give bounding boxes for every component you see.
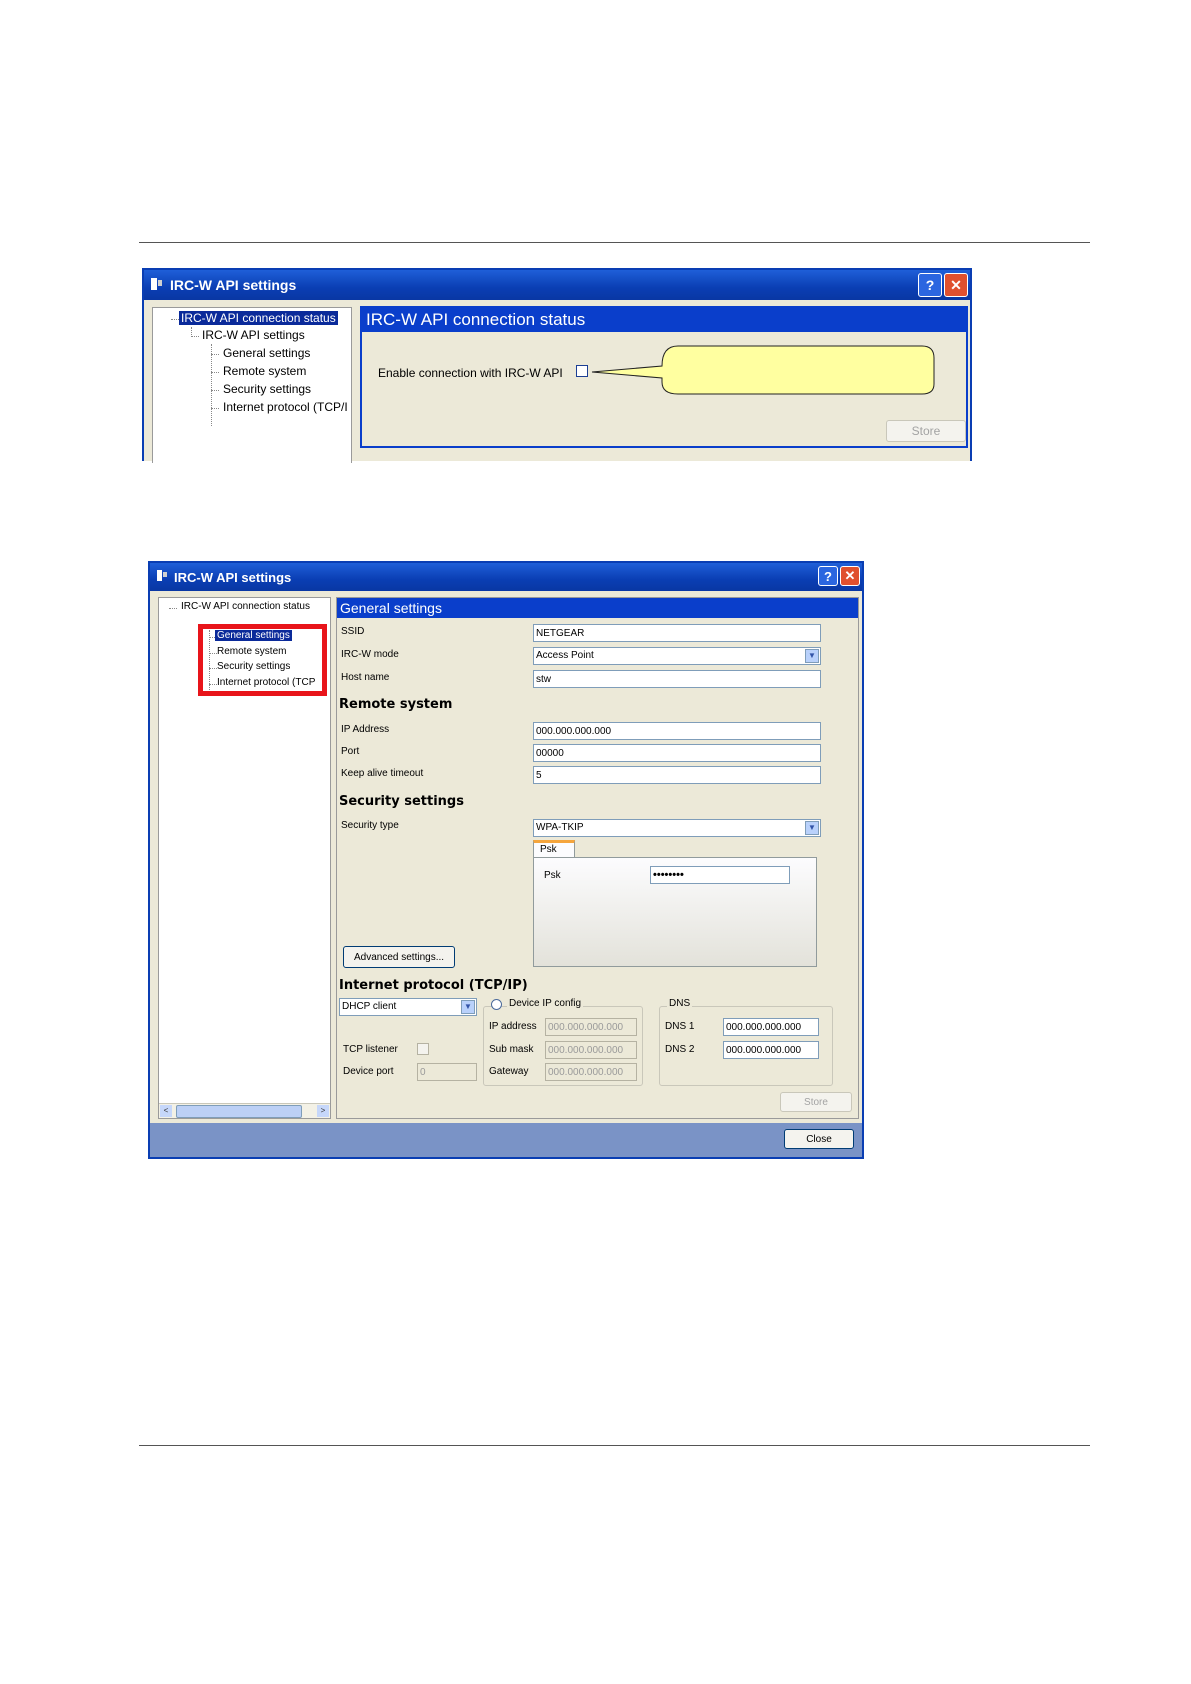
ip-address-label: IP address bbox=[489, 1021, 537, 1032]
tree-connector bbox=[169, 608, 177, 609]
help-button[interactable]: ? bbox=[818, 566, 838, 586]
enable-connection-checkbox[interactable] bbox=[576, 365, 588, 377]
host-name-field[interactable] bbox=[533, 670, 821, 688]
title-bar: IRC-W API settings ? ✕ bbox=[144, 270, 970, 300]
psk-tab[interactable]: Psk bbox=[533, 840, 575, 858]
tcp-listener-checkbox[interactable] bbox=[417, 1043, 429, 1055]
settings-tree: IRC-W API connection status IRC-W API se… bbox=[152, 307, 352, 463]
dns2-label: DNS 2 bbox=[665, 1044, 695, 1055]
keep-alive-label: Keep alive timeout bbox=[341, 768, 424, 779]
store-button[interactable]: Store bbox=[780, 1092, 852, 1112]
remote-port-field[interactable] bbox=[533, 744, 821, 762]
scroll-left-icon[interactable]: < bbox=[160, 1105, 172, 1117]
dns-group-label: DNS bbox=[667, 998, 693, 1009]
host-name-label: Host name bbox=[341, 672, 390, 683]
store-button[interactable]: Store bbox=[886, 420, 966, 442]
bottom-rule bbox=[139, 1445, 1090, 1446]
device-port-label: Device port bbox=[343, 1066, 394, 1077]
psk-tab-label: Psk bbox=[540, 844, 557, 855]
tree-item-remote-system[interactable]: Remote system bbox=[223, 364, 306, 378]
tree-connector bbox=[211, 354, 219, 355]
gateway-field[interactable] bbox=[545, 1063, 637, 1081]
device-ip-field[interactable] bbox=[545, 1018, 637, 1036]
dhcp-mode-select[interactable]: DHCP client ▼ bbox=[339, 998, 477, 1016]
close-icon[interactable]: ✕ bbox=[944, 273, 968, 297]
gateway-label: Gateway bbox=[489, 1066, 529, 1077]
psk-label: Psk bbox=[544, 870, 561, 881]
advanced-settings-button[interactable]: Advanced settings... bbox=[343, 946, 455, 968]
irc-w-mode-label: IRC-W mode bbox=[341, 649, 399, 660]
title-bar: IRC-W API settings ? ✕ bbox=[150, 563, 862, 591]
tree-item-internet-protocol[interactable]: Internet protocol (TCP/I bbox=[223, 400, 348, 414]
app-icon bbox=[150, 276, 164, 295]
enable-connection-label: Enable connection with IRC-W API bbox=[378, 366, 563, 380]
settings-panel: General settings SSID IRC-W mode Access … bbox=[336, 597, 859, 1119]
security-type-value: WPA-TKIP bbox=[536, 822, 584, 833]
security-type-select[interactable]: WPA-TKIP ▼ bbox=[533, 819, 821, 837]
close-icon[interactable]: ✕ bbox=[840, 566, 860, 586]
chevron-down-icon[interactable]: ▼ bbox=[461, 1000, 475, 1014]
highlight-box bbox=[198, 624, 327, 696]
general-settings-title: General settings bbox=[337, 598, 858, 618]
psk-tab-panel: Psk bbox=[533, 857, 817, 967]
general-settings-window: IRC-W API settings ? ✕ IRC-W API connect… bbox=[148, 561, 864, 1159]
app-icon bbox=[156, 568, 168, 586]
scroll-right-icon[interactable]: > bbox=[317, 1105, 329, 1117]
sub-mask-field[interactable] bbox=[545, 1041, 637, 1059]
psk-password-field[interactable] bbox=[650, 866, 790, 884]
ssid-field[interactable] bbox=[533, 624, 821, 642]
tree-connector bbox=[211, 390, 219, 391]
status-panel: IRC-W API connection status Enable conne… bbox=[360, 306, 968, 448]
internet-protocol-heading: Internet protocol (TCP/IP) bbox=[339, 978, 528, 993]
ip-address-label: IP Address bbox=[341, 724, 390, 735]
callout-bubble bbox=[591, 345, 935, 395]
close-button[interactable]: Close bbox=[784, 1129, 854, 1149]
dns1-field[interactable] bbox=[723, 1018, 819, 1036]
dns2-field[interactable] bbox=[723, 1041, 819, 1059]
remote-system-heading: Remote system bbox=[339, 697, 453, 712]
remote-ip-field[interactable] bbox=[533, 722, 821, 740]
dns1-label: DNS 1 bbox=[665, 1021, 695, 1032]
device-ip-radio[interactable] bbox=[491, 999, 502, 1010]
port-label: Port bbox=[341, 746, 360, 757]
scroll-thumb[interactable] bbox=[176, 1105, 302, 1118]
dhcp-mode-value: DHCP client bbox=[342, 1001, 397, 1012]
irc-w-mode-select[interactable]: Access Point ▼ bbox=[533, 647, 821, 665]
tree-connector bbox=[211, 372, 219, 373]
security-type-label: Security type bbox=[341, 820, 399, 831]
security-settings-heading: Security settings bbox=[339, 794, 464, 809]
chevron-down-icon[interactable]: ▼ bbox=[805, 821, 819, 835]
device-ip-config-label: Device IP config bbox=[507, 998, 584, 1009]
sub-mask-label: Sub mask bbox=[489, 1044, 534, 1055]
tree-item-api-settings[interactable]: IRC-W API settings bbox=[202, 328, 305, 342]
tcp-listener-label: TCP listener bbox=[343, 1044, 398, 1055]
help-button[interactable]: ? bbox=[918, 273, 942, 297]
device-port-field[interactable] bbox=[417, 1063, 477, 1081]
window-title: IRC-W API settings bbox=[170, 277, 297, 293]
tree-connector bbox=[211, 408, 219, 409]
irc-w-mode-value: Access Point bbox=[536, 650, 594, 661]
connection-status-window: IRC-W API settings ? ✕ IRC-W API connect… bbox=[142, 268, 972, 463]
tree-item-connection-status[interactable]: IRC-W API connection status bbox=[179, 311, 338, 325]
tree-item-connection-status[interactable]: IRC-W API connection status bbox=[181, 601, 310, 612]
bottom-bar: Close bbox=[150, 1123, 862, 1157]
tree-scrollbar[interactable]: < > bbox=[159, 1103, 330, 1118]
window-title: IRC-W API settings bbox=[174, 569, 292, 585]
tree-connector bbox=[211, 344, 212, 426]
chevron-down-icon[interactable]: ▼ bbox=[805, 649, 819, 663]
keep-alive-field[interactable] bbox=[533, 766, 821, 784]
tree-connector bbox=[191, 336, 199, 337]
top-rule bbox=[139, 242, 1090, 243]
ssid-label: SSID bbox=[341, 626, 365, 637]
tree-item-security-settings[interactable]: Security settings bbox=[223, 382, 311, 396]
tree-connector bbox=[171, 319, 179, 320]
panel-title: IRC-W API connection status bbox=[362, 308, 966, 332]
tree-item-general-settings[interactable]: General settings bbox=[223, 346, 310, 360]
